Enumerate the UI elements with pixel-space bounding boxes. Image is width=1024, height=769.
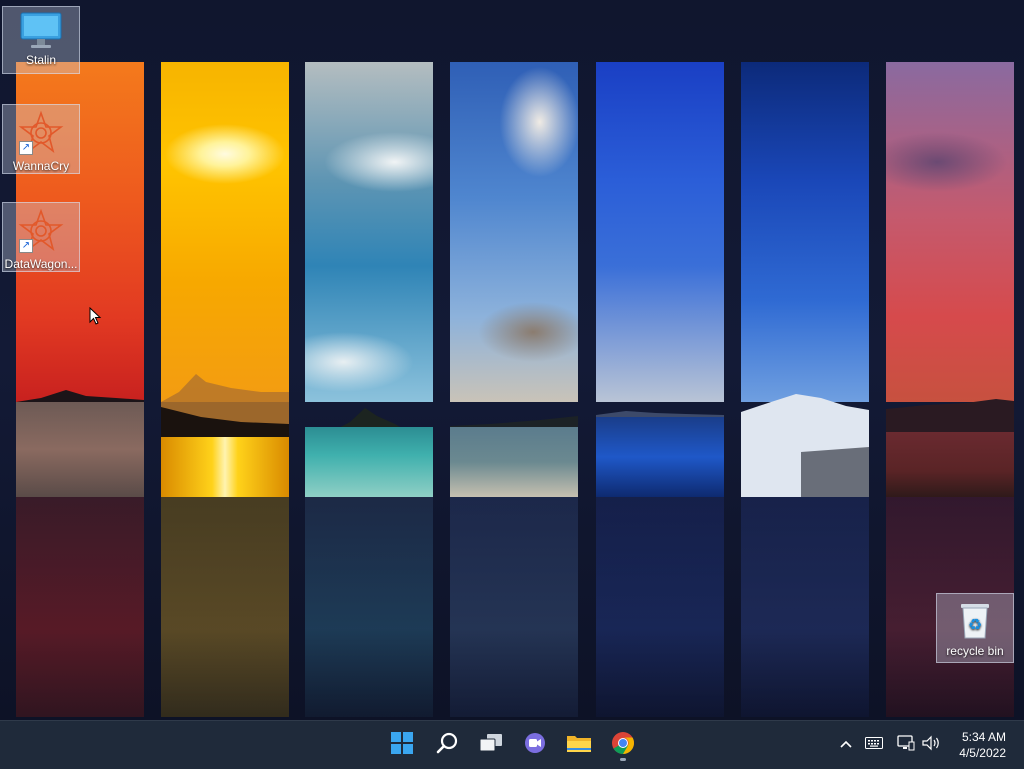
chrome-button[interactable] — [605, 727, 641, 763]
wallpaper-panel — [305, 62, 433, 717]
shortcut-arrow-icon: ↗ — [19, 141, 33, 155]
file-explorer-button[interactable] — [561, 727, 597, 763]
desktop-icon-datawagon[interactable]: ↗ DataWagon... — [2, 202, 80, 272]
shortcut-arrow-icon: ↗ — [19, 239, 33, 253]
desktop-icon-recycle-bin[interactable]: ♻ recycle bin — [936, 593, 1014, 663]
clock-time: 5:34 AM — [961, 730, 1006, 744]
keyboard-icon — [865, 736, 883, 754]
desktop-icon-label: WannaCry — [12, 159, 70, 173]
clock-date: 4/5/2022 — [959, 746, 1006, 760]
network-button[interactable] — [896, 734, 916, 756]
show-hidden-icons-button[interactable] — [836, 735, 856, 755]
monitor-icon — [17, 11, 65, 51]
network-icon — [897, 734, 915, 756]
chevron-up-icon — [839, 736, 853, 754]
chat-button[interactable] — [517, 727, 553, 763]
datawagon-icon: ↗ — [17, 207, 65, 255]
desktop-icon-wannacry[interactable]: ↗ WannaCry — [2, 104, 80, 174]
search-icon — [435, 731, 459, 760]
desktop-icon-label: DataWagon... — [4, 257, 78, 271]
wallpaper-panel — [450, 62, 578, 717]
keyboard-button[interactable] — [864, 735, 884, 755]
clock[interactable]: 5:34 AM 4/5/2022 — [936, 729, 1006, 761]
start-button[interactable] — [384, 727, 420, 763]
task-view-button[interactable] — [473, 727, 509, 763]
desktop-icon-label: Stalin — [25, 53, 57, 67]
wannacry-icon: ↗ — [17, 109, 65, 157]
mouse-cursor — [89, 307, 102, 325]
chrome-icon — [611, 731, 635, 760]
taskbar: 5:34 AM 4/5/2022 — [0, 720, 1024, 769]
search-button[interactable] — [429, 727, 465, 763]
file-explorer-icon — [566, 731, 592, 760]
chat-icon — [523, 731, 547, 760]
desktop[interactable]: Stalin ↗ WannaCry ↗ DataWagon... ♻ recyc… — [0, 0, 1024, 720]
running-indicator — [620, 758, 626, 761]
windows-start-icon — [390, 731, 414, 760]
desktop-icon-stalin[interactable]: Stalin — [2, 6, 80, 74]
wallpaper-panel — [161, 62, 289, 717]
recycle-bin-icon: ♻ — [951, 598, 999, 642]
desktop-icon-label: recycle bin — [946, 644, 1004, 658]
svg-text:♻: ♻ — [968, 615, 982, 634]
wallpaper-panel — [596, 62, 724, 717]
task-view-icon — [478, 731, 504, 760]
wallpaper-panel — [741, 62, 869, 717]
